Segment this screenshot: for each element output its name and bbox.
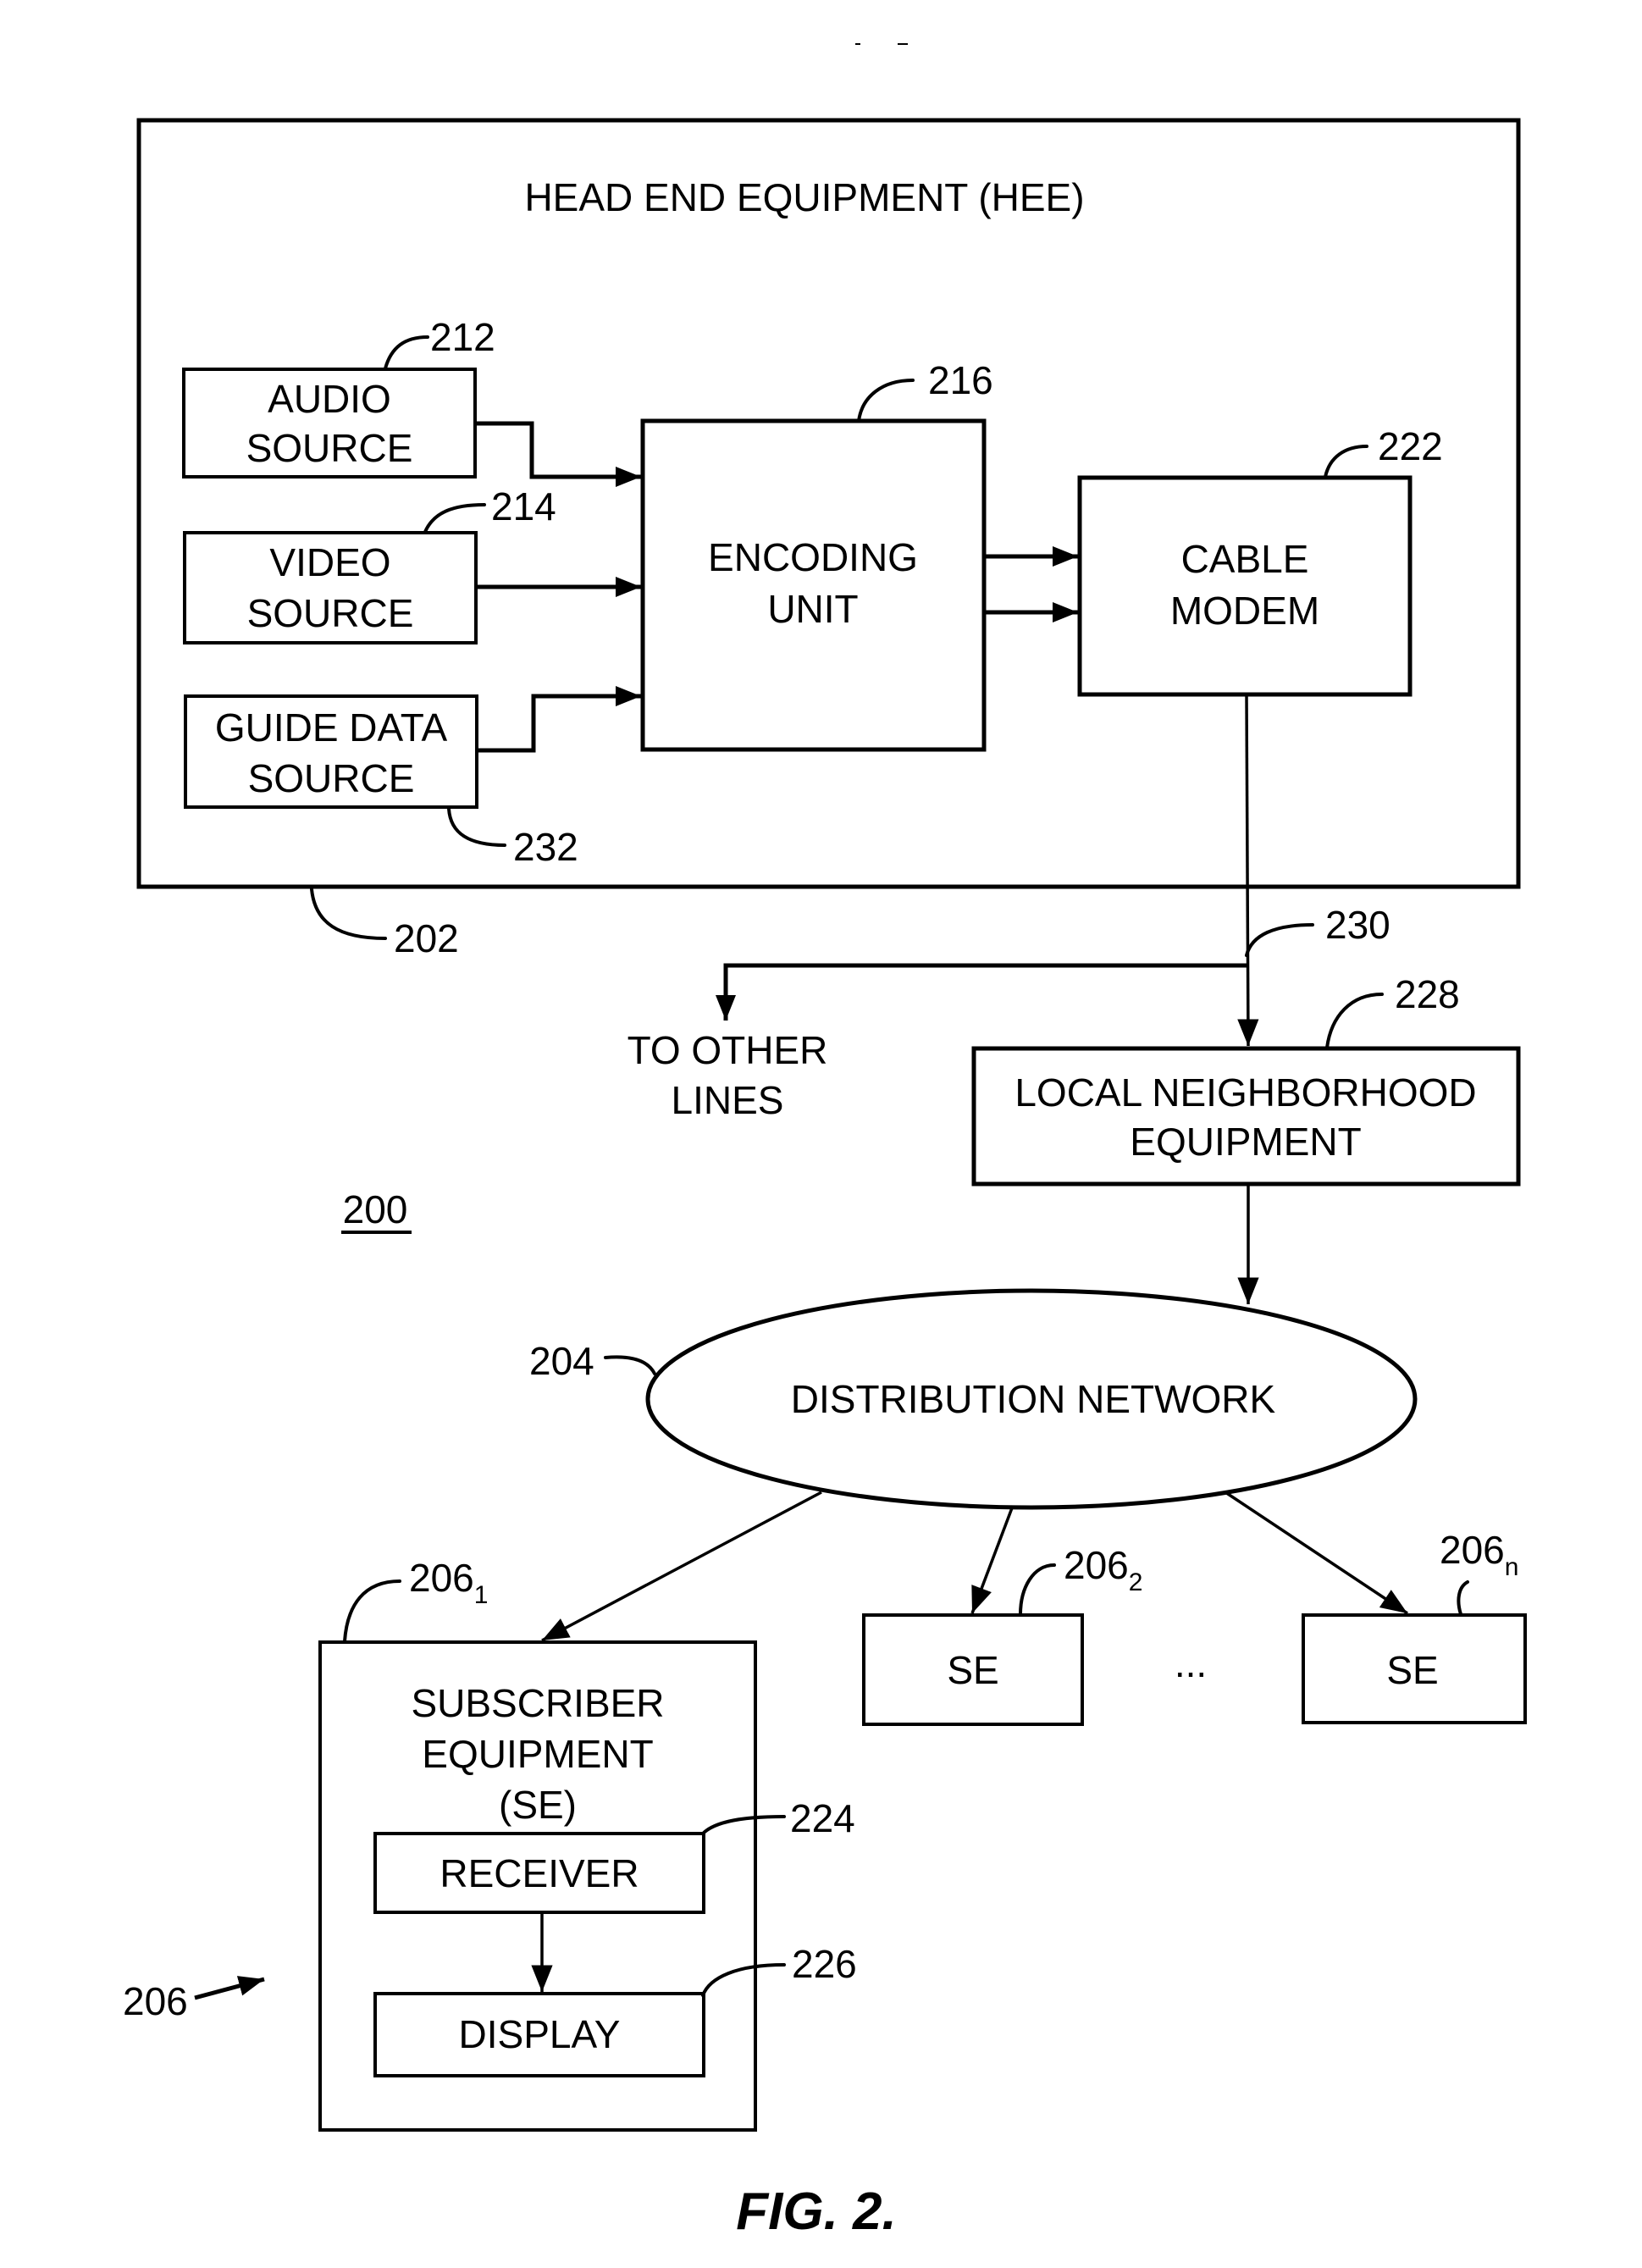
cable-modem-box: [1077, 475, 1413, 697]
video-source-line1: VIDEO: [269, 540, 390, 584]
se-main-line3: (SE): [499, 1783, 577, 1827]
subscriber-equipment-n: SE 206n: [1302, 1528, 1527, 1724]
se2-label: SE: [947, 1648, 998, 1692]
more-subscribers-ellipsis: ...: [1175, 1641, 1207, 1685]
cable-modem-ref: 222: [1378, 424, 1443, 468]
sen-ref-sub: n: [1505, 1553, 1519, 1581]
video-source-line2: SOURCE: [247, 591, 414, 635]
lne-ref: 228: [1395, 972, 1460, 1016]
se2-ref: 2062: [1064, 1543, 1142, 1596]
sen-label: SE: [1386, 1648, 1438, 1692]
encoding-unit-ref: 216: [928, 358, 993, 402]
hee-ref-leader: [310, 888, 387, 940]
sen-ref-leader: [1457, 1580, 1469, 1616]
se2-ref-sub: 2: [1129, 1568, 1143, 1596]
branch-ref-leader: [1245, 923, 1314, 957]
modem-to-lne-arrow: [1237, 694, 1259, 1047]
subscriber-equipment-main: SUBSCRIBER EQUIPMENT (SE) 2061 RECEIVER …: [318, 1556, 857, 2132]
encoding-unit-line1: ENCODING: [708, 535, 918, 579]
display-ref: 226: [792, 1942, 857, 1986]
cable-modem-line2: MODEM: [1170, 589, 1319, 633]
sen-ref-base: 206: [1440, 1528, 1505, 1572]
encoding-unit-line2: UNIT: [767, 587, 858, 631]
receiver-label: RECEIVER: [440, 1851, 639, 1895]
lne-line2: EQUIPMENT: [1130, 1120, 1361, 1164]
audio-source-line2: SOURCE: [246, 426, 413, 470]
distribution-network-ref: 204: [529, 1339, 594, 1383]
se1-ref: 2061: [409, 1556, 488, 1609]
system-ref-label: 200: [343, 1187, 408, 1231]
system-ref: 200: [341, 1187, 412, 1234]
subscriber-equipment-2: SE 2062: [862, 1543, 1142, 1726]
subscriber-group-ref-arrow: [194, 1976, 265, 2000]
lne-box: [971, 1046, 1521, 1187]
video-source-ref: 214: [491, 484, 556, 528]
lne-ref-leader: [1325, 993, 1384, 1049]
other-lines-line2: LINES: [672, 1078, 784, 1122]
sen-ref: 206n: [1440, 1528, 1518, 1581]
guide-data-source-line2: SOURCE: [248, 756, 415, 800]
network-to-sen-arrow: [1225, 1491, 1408, 1615]
receiver-ref: 224: [790, 1796, 855, 1840]
branch-ref: 230: [1325, 903, 1390, 947]
network-to-se1-arrow: [541, 1491, 822, 1642]
network-to-se2-arrow: [970, 1505, 1015, 1614]
lne-line1: LOCAL NEIGHBORHOOD: [1015, 1070, 1476, 1115]
distribution-network-label: DISTRIBUTION NETWORK: [791, 1377, 1276, 1421]
se2-ref-base: 206: [1064, 1543, 1129, 1587]
other-lines-line1: TO OTHER: [627, 1028, 828, 1072]
local-neighborhood-equipment: LOCAL NEIGHBORHOOD EQUIPMENT 228: [971, 972, 1521, 1304]
se1-ref-leader: [343, 1579, 401, 1643]
subscriber-group-ref: 206: [123, 1976, 265, 2023]
system-diagram: HEAD END EQUIPMENT (HEE) 202 AUDIO SOURC…: [123, 43, 1527, 2241]
guide-data-source-line1: GUIDE DATA: [215, 705, 448, 750]
se-main-line1: SUBSCRIBER: [411, 1681, 664, 1725]
branch-to-other-lines-arrow: [716, 963, 1248, 1021]
guide-data-source-ref: 232: [513, 825, 578, 869]
subscriber-group-ref-label: 206: [123, 1979, 188, 2023]
encoding-unit-box: [640, 418, 987, 752]
hee-ref: 202: [394, 916, 459, 960]
display-label: DISPLAY: [459, 2012, 621, 2056]
se-main-line2: EQUIPMENT: [422, 1732, 653, 1776]
audio-source-ref: 212: [430, 315, 495, 359]
figure-caption: FIG. 2.: [736, 2182, 896, 2241]
hee-title: HEAD END EQUIPMENT (HEE): [524, 175, 1084, 219]
se1-ref-sub: 1: [474, 1581, 489, 1609]
se1-ref-base: 206: [409, 1556, 474, 1600]
distribution-network: DISTRIBUTION NETWORK 204: [529, 1288, 1418, 1510]
cable-modem-line1: CABLE: [1181, 537, 1309, 581]
se2-ref-leader: [1019, 1563, 1056, 1616]
audio-source-line1: AUDIO: [268, 377, 391, 421]
network-ref-leader: [604, 1355, 656, 1375]
